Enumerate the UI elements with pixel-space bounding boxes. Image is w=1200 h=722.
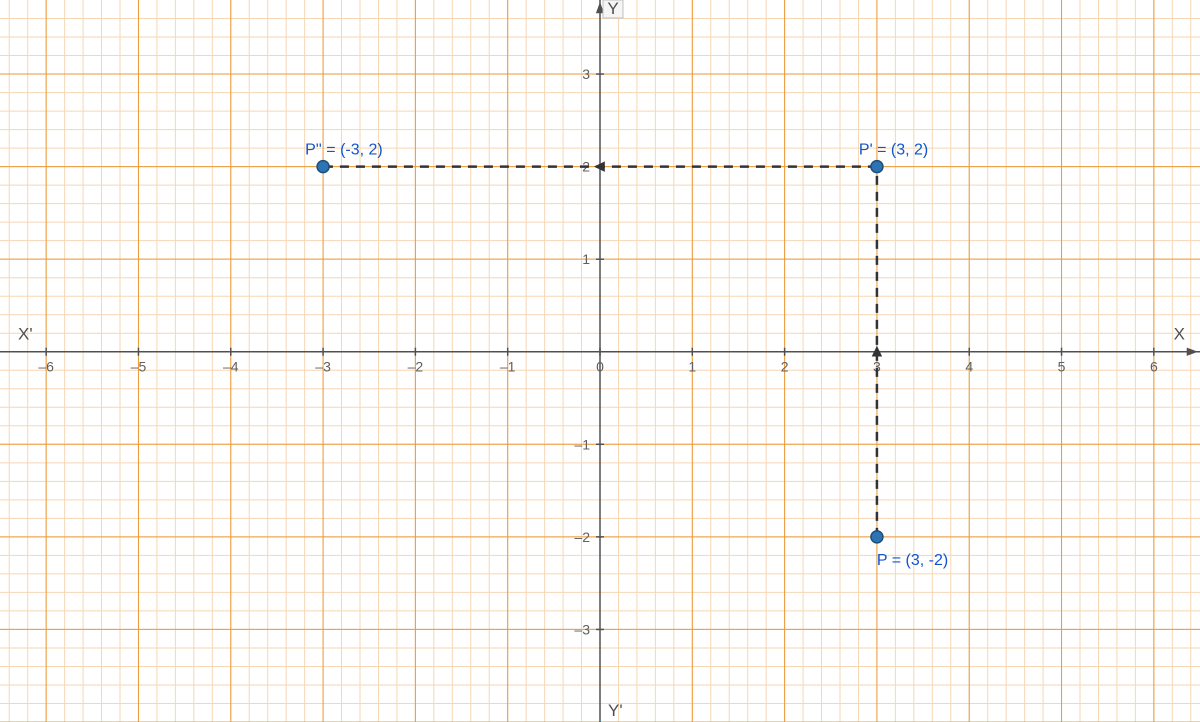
- coordinate-plane[interactable]: –6–5–4–3–2–10123456–3–2–1123YY'XX'P = (3…: [0, 0, 1200, 722]
- point-label: P' = (3, 2): [859, 142, 928, 159]
- point-label: P'' = (-3, 2): [305, 142, 383, 159]
- x-axis-neg-label: X': [18, 325, 33, 344]
- x-tick-label: –4: [223, 359, 239, 375]
- y-axis-neg-label: Y': [608, 701, 623, 720]
- y-axis-pos-label: Y: [607, 0, 618, 18]
- reflection-segments: [323, 161, 882, 536]
- y-tick-label: –2: [574, 529, 590, 545]
- x-tick-label: 2: [781, 359, 789, 375]
- x-tick-label: –2: [408, 359, 424, 375]
- plot-point[interactable]: [317, 161, 329, 173]
- y-tick-label: –1: [574, 436, 590, 452]
- x-axis-pos-label: X: [1174, 325, 1185, 344]
- x-tick-label: 1: [688, 359, 696, 375]
- x-tick-label: 4: [965, 359, 973, 375]
- plot-point[interactable]: [871, 161, 883, 173]
- y-tick-label: 1: [582, 251, 590, 267]
- x-tick-label: –5: [131, 359, 147, 375]
- x-tick-label: 6: [1150, 359, 1158, 375]
- y-tick-label: 3: [582, 66, 590, 82]
- point-label: P = (3, -2): [877, 552, 948, 569]
- x-tick-label: 5: [1058, 359, 1066, 375]
- x-tick-label: –6: [38, 359, 54, 375]
- x-tick-label: –1: [500, 359, 516, 375]
- y-tick-label: –3: [574, 621, 590, 637]
- x-tick-label: –3: [315, 359, 331, 375]
- points: P = (3, -2) P' = (3, 2) P'' = (-3, 2): [305, 142, 948, 569]
- plot-point[interactable]: [871, 531, 883, 543]
- x-tick-label: 0: [596, 359, 604, 375]
